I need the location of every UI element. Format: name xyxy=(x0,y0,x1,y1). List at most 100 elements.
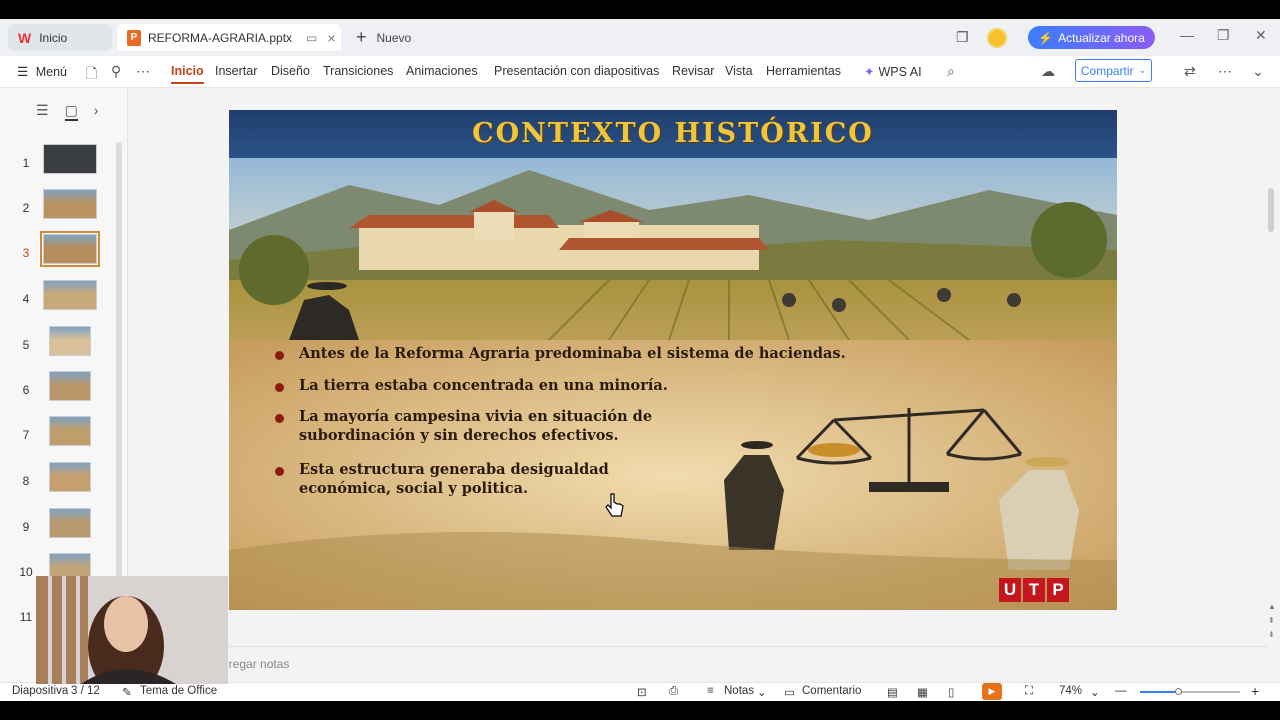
slide-thumbnail-image xyxy=(40,231,100,267)
bullet-icon xyxy=(275,351,284,360)
wps-ai-button[interactable]: ✦ WPS AI xyxy=(864,64,922,79)
bullet-icon xyxy=(275,467,284,476)
bullet-icon xyxy=(275,414,284,423)
tab-diseno[interactable]: Diseño xyxy=(271,64,310,78)
window-list-icon[interactable]: ❐ xyxy=(956,19,969,56)
restore-icon[interactable]: ❐ xyxy=(1217,27,1230,44)
slide-thumbnail-image xyxy=(49,416,91,446)
close-window-icon[interactable]: ✕ xyxy=(1255,27,1267,44)
wps-logo-icon: W xyxy=(18,29,32,46)
normal-view-icon[interactable]: ▤ xyxy=(887,685,898,699)
tab-herramientas[interactable]: Herramientas xyxy=(766,64,841,78)
avatar[interactable] xyxy=(987,19,1007,56)
comment-button[interactable]: Comentario xyxy=(802,685,861,697)
next-slide-icon[interactable]: ⇟ xyxy=(1268,630,1275,639)
presentation-icon: P xyxy=(127,29,141,46)
notes-toggle[interactable]: Notas xyxy=(724,685,754,697)
slide-thumbnail[interactable]: 9 xyxy=(0,508,120,548)
main-menu-button[interactable]: ☰ Menú xyxy=(17,64,67,79)
slide-thumbnail-number: 2 xyxy=(22,201,30,215)
tab-vista[interactable]: Vista xyxy=(725,64,753,78)
wps-ai-label: WPS AI xyxy=(878,65,922,79)
tab-revisar[interactable]: Revisar xyxy=(672,64,714,78)
close-tab-icon[interactable]: × xyxy=(327,30,335,46)
play-slideshow-button[interactable]: ▶ xyxy=(982,683,1002,700)
slide-thumbnail[interactable]: 7 xyxy=(0,416,120,456)
tab-animaciones[interactable]: Animaciones xyxy=(406,64,478,78)
new-tab-button[interactable]: + Nuevo xyxy=(352,24,432,51)
slide-thumbnail-image xyxy=(49,508,91,538)
reading-view-icon[interactable]: ▯ xyxy=(948,685,954,699)
prev-slide-icon[interactable]: ⇞ xyxy=(1268,616,1275,625)
tab-presentacion[interactable]: Presentación con diapositivas xyxy=(494,64,659,78)
more-options-icon[interactable]: ⋯ xyxy=(1218,63,1232,80)
sparkle-icon: ✦ xyxy=(864,65,875,79)
notes-icon: ≡ xyxy=(707,685,714,697)
zoom-level[interactable]: 74% xyxy=(1059,685,1082,697)
share-label: Compartir xyxy=(1080,63,1134,78)
slide-thumbnail[interactable]: 8 xyxy=(0,462,120,502)
chevron-right-icon[interactable]: › xyxy=(94,102,99,121)
slide-bullet-4-cont: económica, social y politica. xyxy=(299,480,529,497)
tab-file-label: REFORMA-AGRARIA.pptx xyxy=(148,30,293,45)
slide-thumbnail-image xyxy=(43,280,97,310)
slide-thumbnail[interactable]: 4 xyxy=(0,280,120,320)
status-bar: Diapositiva 3 / 12 ✎ Tema de Office ⊡ ⎙ … xyxy=(0,682,1280,701)
slide-bullet-2: La tierra estaba concentrada en una mino… xyxy=(299,377,668,394)
sync-icon[interactable]: ⇄ xyxy=(1184,63,1196,80)
zoom-slider-knob[interactable] xyxy=(1175,688,1182,695)
collapse-ribbon-icon[interactable]: ⌄ xyxy=(1252,63,1264,80)
tab-file[interactable]: P REFORMA-AGRARIA.pptx ▭ × xyxy=(117,24,341,51)
vertical-scrollbar[interactable] xyxy=(1268,188,1274,232)
tab-home-label: Inicio xyxy=(39,30,68,45)
theme-name[interactable]: Tema de Office xyxy=(140,685,217,697)
grid-view-icon[interactable]: ▦ xyxy=(917,685,928,699)
bullet-icon xyxy=(275,383,284,392)
notes-placeholder: gregar notas xyxy=(222,657,290,671)
slide-thumbnail-number: 9 xyxy=(22,520,30,534)
new-tab-label: Nuevo xyxy=(376,30,412,45)
slide-thumbnail-image xyxy=(49,326,91,356)
slide-thumbnail[interactable]: 6 xyxy=(0,371,120,411)
slide-thumbnail-number: 7 xyxy=(22,428,30,442)
tab-insertar[interactable]: Insertar xyxy=(215,64,257,78)
zoom-slider[interactable] xyxy=(1140,688,1240,695)
tab-transiciones[interactable]: Transiciones xyxy=(323,64,393,78)
search-icon[interactable]: ⌕ xyxy=(947,63,955,80)
chevron-down-icon: ⌄ xyxy=(757,687,767,699)
scroll-up-icon[interactable]: ▲ xyxy=(1268,602,1276,611)
update-now-button[interactable]: ⚡ Actualizar ahora xyxy=(1028,26,1155,49)
save-icon[interactable]: 🗋 xyxy=(86,63,97,87)
protect-icon[interactable]: ⎙ xyxy=(669,685,678,698)
tab-inicio[interactable]: Inicio xyxy=(171,64,204,84)
slide-bullet-4: Esta estructura generaba desigualdad xyxy=(299,461,609,478)
zoom-out-icon[interactable]: — xyxy=(1115,685,1127,697)
slide-thumbnail-number: 3 xyxy=(22,246,30,260)
minimize-icon[interactable]: — xyxy=(1180,27,1194,43)
thumbnail-view-icon[interactable]: ▢ xyxy=(64,102,78,121)
cloud-icon[interactable]: ☁ xyxy=(1041,63,1055,80)
slide-thumbnail-number: 1 xyxy=(22,156,30,170)
fit-window-icon[interactable]: ⛶ xyxy=(1025,685,1033,698)
slide-canvas[interactable]: CONTEXTO HISTÓRICO Antes de la Reforma A… xyxy=(229,110,1117,610)
window-icon[interactable]: ▭ xyxy=(306,31,317,45)
slide-thumbnail[interactable]: 2 xyxy=(0,189,120,229)
fit-icon[interactable]: ⊡ xyxy=(637,685,647,699)
more-icon[interactable]: ⋯ xyxy=(136,63,150,80)
webcam-overlay xyxy=(36,576,228,684)
tab-home[interactable]: W Inicio xyxy=(8,24,112,51)
zoom-in-icon[interactable]: + xyxy=(1251,683,1259,699)
chevron-down-icon[interactable]: ⌄ xyxy=(1090,685,1100,699)
share-button[interactable]: Compartir ⌄ xyxy=(1075,59,1152,82)
utp-logo-u: U xyxy=(999,578,1021,602)
slide-thumbnail[interactable]: 3 xyxy=(0,231,120,274)
outline-view-icon[interactable]: ☰ xyxy=(36,102,49,121)
slide-thumbnail[interactable]: 5 xyxy=(0,326,120,366)
slide-thumbnail[interactable]: 1 xyxy=(0,144,120,184)
main-menu-label: Menú xyxy=(35,65,67,79)
slide-thumbnail-number: 11 xyxy=(19,610,33,624)
utp-logo-p: P xyxy=(1047,578,1069,602)
slide-thumbnail-number: 6 xyxy=(22,383,30,397)
format-painter-icon[interactable]: ⚲ xyxy=(111,63,121,80)
notes-pane[interactable]: gregar notas xyxy=(128,646,1268,682)
